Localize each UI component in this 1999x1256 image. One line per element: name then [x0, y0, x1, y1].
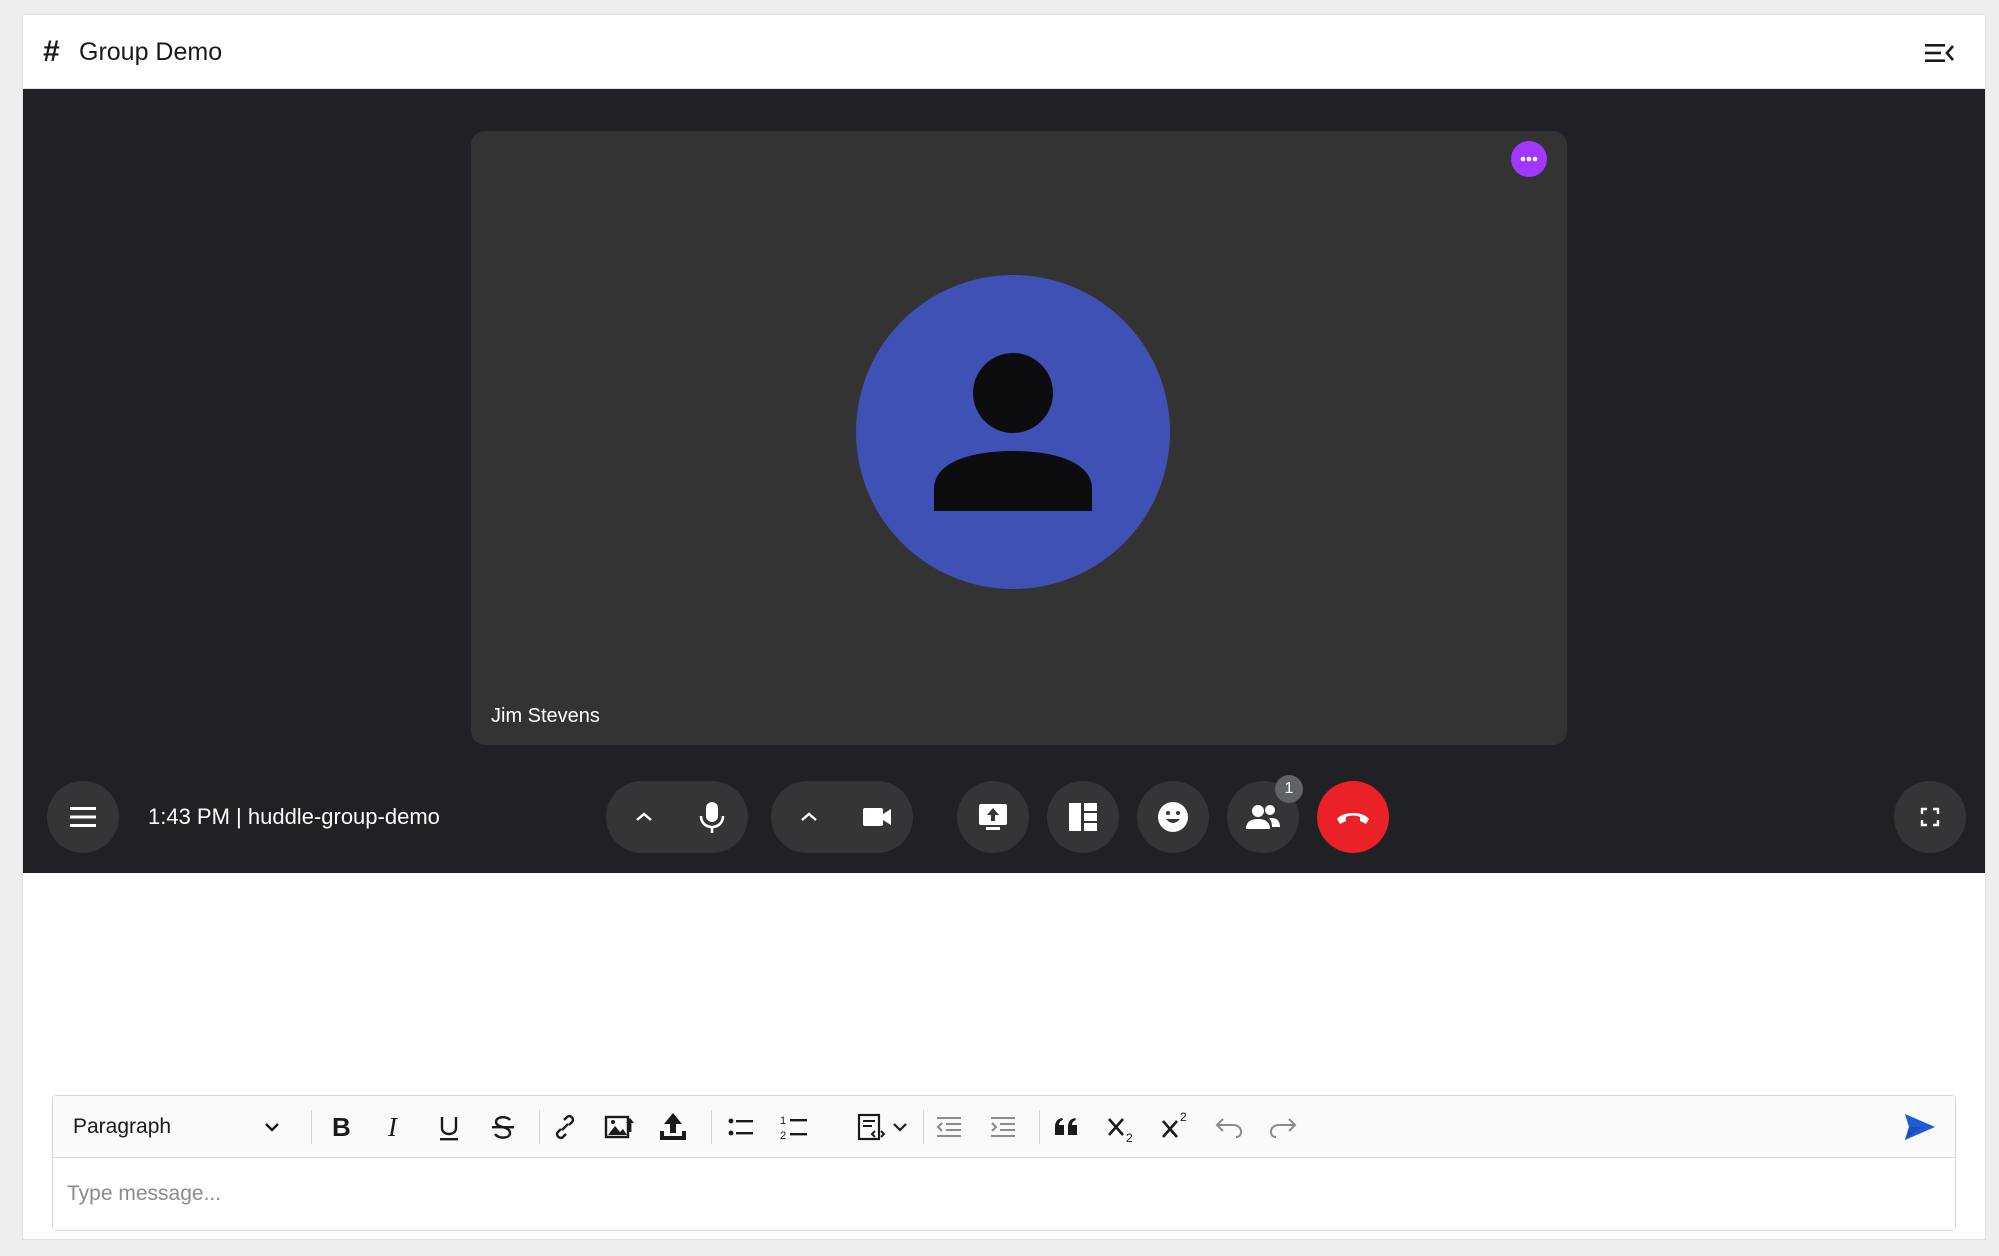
- link-icon[interactable]: [547, 1109, 583, 1145]
- screen-share-icon: [979, 804, 1007, 830]
- end-call-button[interactable]: [1317, 781, 1389, 853]
- avatar: [856, 275, 1170, 589]
- bold-icon[interactable]: B: [323, 1109, 359, 1145]
- svg-text:B: B: [332, 1112, 351, 1142]
- chevron-up-icon[interactable]: [791, 799, 827, 835]
- svg-text:2: 2: [780, 1130, 786, 1142]
- block-format-select[interactable]: Paragraph: [73, 1110, 283, 1144]
- participant-tile[interactable]: Jim Stevens: [471, 131, 1567, 745]
- microphone-icon[interactable]: [692, 797, 732, 837]
- upload-icon[interactable]: [655, 1109, 691, 1145]
- sidebar-collapse-icon[interactable]: [1923, 39, 1955, 67]
- ellipsis-icon[interactable]: [1511, 141, 1547, 177]
- toolbar-divider: [1039, 1110, 1040, 1144]
- chevron-up-icon[interactable]: [626, 799, 662, 835]
- toolbar-divider: [311, 1110, 312, 1144]
- editor-toolbar: Paragraph B I 1 2 2 2: [53, 1096, 1955, 1158]
- send-icon[interactable]: [1901, 1108, 1939, 1146]
- smiley-icon: [1158, 802, 1188, 832]
- svg-text:1: 1: [780, 1115, 786, 1127]
- video-controls: [771, 781, 913, 853]
- audio-controls: [606, 781, 748, 853]
- svg-text:I: I: [387, 1112, 399, 1142]
- person-icon: [934, 353, 1092, 511]
- code-block-icon[interactable]: [853, 1109, 889, 1145]
- hash-icon: #: [43, 35, 60, 68]
- undo-icon[interactable]: [1211, 1109, 1247, 1145]
- huddle-panel: # Group Demo Jim Stevens 1:43 PM | huddl…: [22, 14, 1986, 1240]
- italic-icon[interactable]: I: [377, 1109, 413, 1145]
- layout-icon: [1069, 803, 1097, 831]
- chevron-down-icon: [265, 1123, 279, 1132]
- layout-button[interactable]: [1047, 781, 1119, 853]
- call-menu-button[interactable]: [47, 781, 119, 853]
- underline-icon[interactable]: [431, 1109, 467, 1145]
- channel-header: # Group Demo: [23, 15, 1985, 89]
- svg-text:2: 2: [1180, 1110, 1187, 1124]
- reactions-button[interactable]: [1137, 781, 1209, 853]
- bullet-list-icon[interactable]: [723, 1109, 759, 1145]
- meeting-info: 1:43 PM | huddle-group-demo: [148, 804, 440, 829]
- subscript-icon[interactable]: 2: [1103, 1109, 1139, 1145]
- video-call-area: Jim Stevens 1:43 PM | huddle-group-demo: [23, 89, 1985, 873]
- block-format-label: Paragraph: [73, 1115, 172, 1138]
- svg-text:2: 2: [1126, 1131, 1133, 1145]
- message-area: [23, 873, 1985, 1093]
- redo-icon[interactable]: [1265, 1109, 1301, 1145]
- superscript-icon[interactable]: 2: [1157, 1109, 1193, 1145]
- fullscreen-button[interactable]: [1894, 781, 1966, 853]
- message-editor: Paragraph B I 1 2 2 2 Type message...: [52, 1095, 1956, 1231]
- toolbar-divider: [711, 1110, 712, 1144]
- insert-image-icon[interactable]: [601, 1109, 637, 1145]
- message-input[interactable]: [53, 1158, 1955, 1230]
- toolbar-divider: [539, 1110, 540, 1144]
- numbered-list-icon[interactable]: 12: [777, 1109, 813, 1145]
- chevron-down-icon[interactable]: [887, 1109, 913, 1145]
- strikethrough-icon[interactable]: [485, 1109, 521, 1145]
- share-screen-button[interactable]: [957, 781, 1029, 853]
- hang-up-icon: [1337, 813, 1369, 824]
- indent-icon[interactable]: [985, 1109, 1021, 1145]
- outdent-icon[interactable]: [931, 1109, 967, 1145]
- hamburger-icon: [70, 807, 96, 827]
- blockquote-icon[interactable]: [1049, 1109, 1085, 1145]
- video-camera-icon[interactable]: [857, 797, 897, 837]
- participant-name: Jim Stevens: [491, 705, 600, 727]
- participants-count-badge: 1: [1275, 775, 1303, 803]
- toolbar-divider: [923, 1110, 924, 1144]
- fullscreen-icon: [1920, 807, 1940, 827]
- participants-button[interactable]: 1: [1227, 775, 1303, 853]
- channel-title: Group Demo: [79, 38, 223, 66]
